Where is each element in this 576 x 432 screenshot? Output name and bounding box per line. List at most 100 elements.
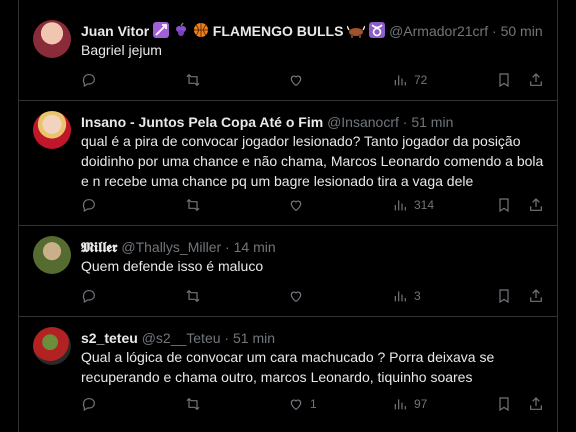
reply-icon — [82, 398, 95, 412]
avatar[interactable] — [33, 111, 71, 149]
tweet-text-line: e n recebe uma chance pq um bagre lesion… — [81, 173, 474, 189]
avatar[interactable] — [33, 327, 71, 365]
tweet-text-line: doidinho por uma chance e não chama, Mar… — [81, 153, 544, 169]
tweet-header: s2_teteu @s2__Teteu · 51 min — [81, 329, 549, 347]
action-bar: 3 — [81, 286, 545, 306]
like-icon — [290, 75, 302, 87]
share-icon — [530, 73, 542, 86]
retweet-icon — [186, 73, 200, 87]
display-name-suffix[interactable]: FLAMENGO BULLS — [213, 23, 344, 39]
timestamp[interactable]: 50 min — [501, 23, 543, 39]
display-name[interactable]: s2_teteu — [81, 330, 138, 346]
handle[interactable]: @s2__Teteu — [142, 330, 221, 346]
tweet-feed: Juan Vitor FLAMENGO BULLS @Armador21crf … — [0, 0, 576, 432]
views-count: 97 — [414, 397, 428, 411]
like-icon — [290, 291, 302, 303]
basketball-emoji-icon — [193, 22, 209, 42]
separator: · — [225, 239, 230, 255]
tweet-header: Insano - Juntos Pela Copa Até o Fim @Ins… — [81, 113, 549, 131]
views-count: 314 — [414, 198, 435, 212]
tweet-header: 𝕸𝖎𝖑𝖑𝖊𝖗 @Thallys_Miller · 14 min — [81, 238, 549, 257]
action-bar: 314 — [81, 195, 545, 215]
views-icon — [394, 399, 406, 410]
tweet-text: Bagriel jejum — [81, 42, 162, 58]
views-button[interactable]: 72 — [392, 70, 427, 90]
display-name[interactable]: 𝕸𝖎𝖑𝖑𝖊𝖗 — [81, 240, 117, 256]
views-button[interactable]: 97 — [392, 394, 427, 414]
bookmark-button[interactable] — [496, 394, 512, 414]
like-icon — [290, 200, 302, 212]
tweet-text-line: qual é a pira de convocar jogador lesion… — [81, 133, 521, 149]
views-icon — [394, 75, 406, 86]
timestamp[interactable]: 14 min — [234, 239, 276, 255]
display-name[interactable]: Insano - Juntos Pela Copa Até o Fim — [81, 114, 323, 130]
like-button[interactable] — [288, 286, 310, 306]
tweet-text-line: recuperando e chama outro, marcos Leonar… — [81, 369, 473, 385]
share-icon — [530, 289, 542, 302]
reply-button[interactable] — [81, 195, 97, 215]
bookmark-icon — [499, 289, 509, 304]
like-button[interactable]: 1 — [288, 394, 317, 414]
reply-button[interactable] — [81, 394, 97, 414]
bow-arrow-emoji-icon — [153, 22, 170, 42]
taurus-emoji-icon — [369, 22, 386, 42]
like-icon — [290, 399, 302, 411]
bookmark-button[interactable] — [496, 195, 512, 215]
reply-tweet[interactable]: s2_teteu @s2__Teteu · 51 min Qual a lógi… — [19, 317, 557, 432]
reply-tweet[interactable]: 𝕸𝖎𝖑𝖑𝖊𝖗 @Thallys_Miller · 14 min Quem def… — [19, 226, 557, 317]
views-icon — [394, 291, 406, 302]
share-button[interactable] — [528, 394, 544, 414]
retweet-button[interactable] — [185, 286, 201, 306]
tweet-text-line: Qual a lógica de convocar um cara machuc… — [81, 349, 495, 365]
timeline-border-right — [557, 0, 558, 432]
separator: · — [224, 330, 230, 346]
action-bar: 1 97 — [81, 394, 545, 414]
views-count: 72 — [414, 73, 428, 87]
separator: · — [402, 114, 408, 130]
share-icon — [530, 397, 542, 410]
reply-tweet[interactable]: Juan Vitor FLAMENGO BULLS @Armador21crf … — [19, 0, 557, 101]
timestamp[interactable]: 51 min — [411, 114, 453, 130]
retweet-icon — [186, 198, 200, 212]
like-button[interactable] — [288, 70, 310, 90]
tweet-header: Juan Vitor FLAMENGO BULLS @Armador21crf … — [81, 22, 549, 42]
tweet-text: Qual a lógica de convocar um cara machuc… — [81, 347, 545, 387]
tweet-text: qual é a pira de convocar jogador lesion… — [81, 131, 545, 191]
reply-icon — [82, 199, 95, 213]
action-bar: 72 — [81, 70, 545, 90]
retweet-icon — [186, 397, 200, 411]
grapes-emoji-icon — [173, 22, 189, 42]
share-icon — [530, 198, 542, 211]
bookmark-button[interactable] — [496, 70, 512, 90]
share-button[interactable] — [528, 286, 544, 306]
bookmark-icon — [499, 397, 509, 412]
reply-icon — [82, 74, 95, 88]
views-icon — [394, 200, 406, 211]
retweet-button[interactable] — [185, 70, 201, 90]
handle[interactable]: @Armador21crf — [389, 23, 488, 39]
separator: · — [492, 23, 497, 39]
like-button[interactable] — [288, 195, 310, 215]
avatar[interactable] — [33, 20, 71, 58]
reply-icon — [82, 290, 95, 304]
bookmark-icon — [499, 73, 509, 88]
reply-button[interactable] — [81, 70, 97, 90]
avatar[interactable] — [33, 236, 71, 274]
share-button[interactable] — [528, 70, 544, 90]
views-button[interactable]: 314 — [392, 195, 434, 215]
handle[interactable]: @Thallys_Miller — [121, 239, 221, 255]
handle[interactable]: @Insanocrf — [327, 114, 399, 130]
reply-tweet[interactable]: Insano - Juntos Pela Copa Até o Fim @Ins… — [19, 101, 557, 226]
views-button[interactable]: 3 — [392, 286, 421, 306]
retweet-button[interactable] — [185, 195, 201, 215]
retweet-icon — [186, 289, 200, 303]
share-button[interactable] — [528, 195, 544, 215]
like-count: 1 — [310, 397, 317, 411]
views-count: 3 — [414, 289, 421, 303]
retweet-button[interactable] — [185, 394, 201, 414]
tweet-text: Quem defende isso é maluco — [81, 258, 264, 274]
bookmark-button[interactable] — [496, 286, 512, 306]
display-name[interactable]: Juan Vitor — [81, 23, 149, 39]
reply-button[interactable] — [81, 286, 97, 306]
timestamp[interactable]: 51 min — [233, 330, 275, 346]
